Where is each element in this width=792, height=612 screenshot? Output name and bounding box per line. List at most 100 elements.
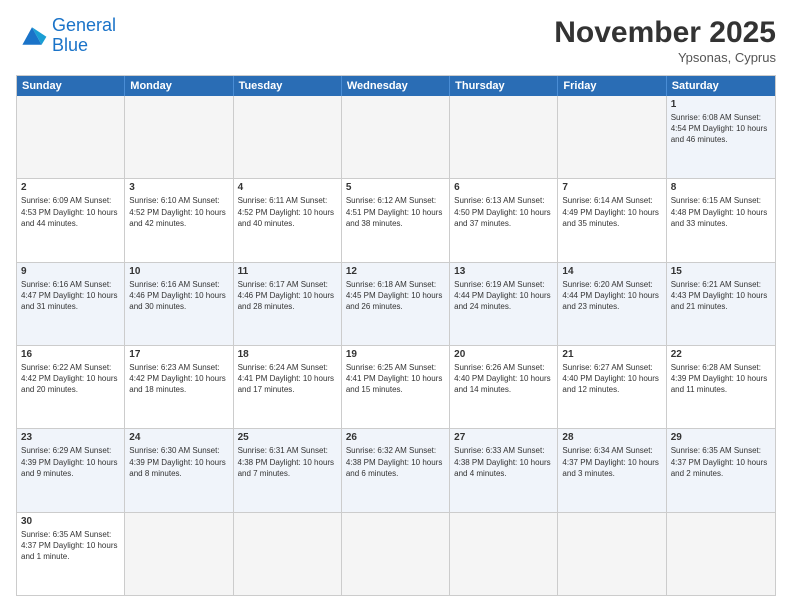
day-cell-29: 29Sunrise: 6:35 AM Sunset: 4:37 PM Dayli…	[667, 429, 775, 511]
empty-cell	[558, 96, 666, 178]
day-info: Sunrise: 6:29 AM Sunset: 4:39 PM Dayligh…	[21, 445, 120, 479]
empty-cell	[125, 96, 233, 178]
day-cell-27: 27 Sunrise: 6:33 AM Sunset: 4:38 PM Dayli…	[450, 429, 558, 511]
empty-cell	[17, 96, 125, 178]
day-info: Sunrise: 6:12 AM Sunset: 4:51 PM Dayligh…	[346, 195, 445, 229]
day-number: 21	[562, 349, 661, 360]
day-number: 2	[21, 182, 120, 193]
empty-cell	[667, 513, 775, 595]
day-info: Sunrise: 6:08 AM Sunset: 4:54 PM Dayligh…	[671, 112, 771, 146]
empty-cell	[342, 513, 450, 595]
empty-cell	[342, 96, 450, 178]
calendar-row-2: 9Sunrise: 6:16 AM Sunset: 4:47 PM Daylig…	[17, 262, 775, 345]
empty-cell	[234, 513, 342, 595]
month-title: November 2025	[554, 16, 776, 50]
day-number: 3	[129, 182, 228, 193]
calendar-row-0: 1 Sunrise: 6:08 AM Sunset: 4:54 PM Daylig…	[17, 96, 775, 178]
calendar: SundayMondayTuesdayWednesdayThursdayFrid…	[16, 75, 776, 596]
location-subtitle: Ypsonas, Cyprus	[554, 50, 776, 65]
logo-text: General Blue	[52, 16, 116, 56]
day-cell-17: 17 Sunrise: 6:23 AM Sunset: 4:42 PM Dayli…	[125, 346, 233, 428]
calendar-row-4: 23 Sunrise: 6:29 AM Sunset: 4:39 PM Dayli…	[17, 428, 775, 511]
day-cell-21: 21Sunrise: 6:27 AM Sunset: 4:40 PM Dayli…	[558, 346, 666, 428]
title-block: November 2025 Ypsonas, Cyprus	[554, 16, 776, 65]
day-number: 15	[671, 266, 771, 277]
header: General Blue November 2025 Ypsonas, Cypr…	[16, 16, 776, 65]
day-cell-16: 16 Sunrise: 6:22 AM Sunset: 4:42 PM Dayli…	[17, 346, 125, 428]
day-cell-3: 3 Sunrise: 6:10 AM Sunset: 4:52 PM Daylig…	[125, 179, 233, 261]
empty-cell	[450, 513, 558, 595]
day-number: 13	[454, 266, 553, 277]
day-number: 30	[21, 516, 120, 527]
empty-cell	[558, 513, 666, 595]
calendar-body: 1 Sunrise: 6:08 AM Sunset: 4:54 PM Daylig…	[17, 96, 775, 595]
day-number: 19	[346, 349, 445, 360]
day-info: Sunrise: 6:13 AM Sunset: 4:50 PM Dayligh…	[454, 195, 553, 229]
day-number: 11	[238, 266, 337, 277]
day-cell-7: 7Sunrise: 6:14 AM Sunset: 4:49 PM Daylig…	[558, 179, 666, 261]
day-info: Sunrise: 6:16 AM Sunset: 4:47 PM Dayligh…	[21, 279, 120, 313]
logo-general: General	[52, 15, 116, 35]
logo-icon	[16, 22, 48, 50]
day-info: Sunrise: 6:18 AM Sunset: 4:45 PM Dayligh…	[346, 279, 445, 313]
weekday-header-monday: Monday	[125, 76, 233, 96]
day-cell-25: 25Sunrise: 6:31 AM Sunset: 4:38 PM Dayli…	[234, 429, 342, 511]
day-info: Sunrise: 6:35 AM Sunset: 4:37 PM Dayligh…	[671, 445, 771, 479]
day-number: 5	[346, 182, 445, 193]
day-number: 4	[238, 182, 337, 193]
day-info: Sunrise: 6:32 AM Sunset: 4:38 PM Dayligh…	[346, 445, 445, 479]
day-cell-11: 11Sunrise: 6:17 AM Sunset: 4:46 PM Dayli…	[234, 263, 342, 345]
calendar-row-1: 2Sunrise: 6:09 AM Sunset: 4:53 PM Daylig…	[17, 178, 775, 261]
day-number: 23	[21, 432, 120, 443]
day-cell-24: 24Sunrise: 6:30 AM Sunset: 4:39 PM Dayli…	[125, 429, 233, 511]
day-cell-5: 5 Sunrise: 6:12 AM Sunset: 4:51 PM Daylig…	[342, 179, 450, 261]
day-info: Sunrise: 6:28 AM Sunset: 4:39 PM Dayligh…	[671, 362, 771, 396]
day-info: Sunrise: 6:11 AM Sunset: 4:52 PM Dayligh…	[238, 195, 337, 229]
logo-blue: Blue	[52, 35, 88, 55]
day-number: 24	[129, 432, 228, 443]
day-cell-2: 2Sunrise: 6:09 AM Sunset: 4:53 PM Daylig…	[17, 179, 125, 261]
day-info: Sunrise: 6:19 AM Sunset: 4:44 PM Dayligh…	[454, 279, 553, 313]
day-number: 10	[129, 266, 228, 277]
page: General Blue November 2025 Ypsonas, Cypr…	[0, 0, 792, 612]
calendar-row-3: 16 Sunrise: 6:22 AM Sunset: 4:42 PM Dayli…	[17, 345, 775, 428]
day-number: 22	[671, 349, 771, 360]
day-info: Sunrise: 6:24 AM Sunset: 4:41 PM Dayligh…	[238, 362, 337, 396]
day-info: Sunrise: 6:21 AM Sunset: 4:43 PM Dayligh…	[671, 279, 771, 313]
day-number: 14	[562, 266, 661, 277]
day-info: Sunrise: 6:14 AM Sunset: 4:49 PM Dayligh…	[562, 195, 661, 229]
day-cell-8: 8 Sunrise: 6:15 AM Sunset: 4:48 PM Daylig…	[667, 179, 775, 261]
weekday-header-friday: Friday	[558, 76, 666, 96]
day-number: 17	[129, 349, 228, 360]
day-cell-12: 12Sunrise: 6:18 AM Sunset: 4:45 PM Dayli…	[342, 263, 450, 345]
weekday-header-wednesday: Wednesday	[342, 76, 450, 96]
day-info: Sunrise: 6:22 AM Sunset: 4:42 PM Dayligh…	[21, 362, 120, 396]
day-info: Sunrise: 6:23 AM Sunset: 4:42 PM Dayligh…	[129, 362, 228, 396]
day-cell-22: 22 Sunrise: 6:28 AM Sunset: 4:39 PM Dayli…	[667, 346, 775, 428]
day-number: 18	[238, 349, 337, 360]
day-info: Sunrise: 6:10 AM Sunset: 4:52 PM Dayligh…	[129, 195, 228, 229]
day-info: Sunrise: 6:35 AM Sunset: 4:37 PM Dayligh…	[21, 529, 120, 563]
logo: General Blue	[16, 16, 116, 56]
day-cell-20: 20Sunrise: 6:26 AM Sunset: 4:40 PM Dayli…	[450, 346, 558, 428]
empty-cell	[450, 96, 558, 178]
empty-cell	[234, 96, 342, 178]
day-cell-18: 18 Sunrise: 6:24 AM Sunset: 4:41 PM Dayli…	[234, 346, 342, 428]
weekday-header-thursday: Thursday	[450, 76, 558, 96]
day-cell-10: 10Sunrise: 6:16 AM Sunset: 4:46 PM Dayli…	[125, 263, 233, 345]
weekday-header-tuesday: Tuesday	[234, 76, 342, 96]
day-number: 28	[562, 432, 661, 443]
weekday-header-saturday: Saturday	[667, 76, 775, 96]
day-info: Sunrise: 6:34 AM Sunset: 4:37 PM Dayligh…	[562, 445, 661, 479]
day-info: Sunrise: 6:15 AM Sunset: 4:48 PM Dayligh…	[671, 195, 771, 229]
weekday-header-sunday: Sunday	[17, 76, 125, 96]
day-cell-19: 19 Sunrise: 6:25 AM Sunset: 4:41 PM Dayli…	[342, 346, 450, 428]
day-cell-23: 23 Sunrise: 6:29 AM Sunset: 4:39 PM Dayli…	[17, 429, 125, 511]
day-number: 16	[21, 349, 120, 360]
day-info: Sunrise: 6:33 AM Sunset: 4:38 PM Dayligh…	[454, 445, 553, 479]
day-number: 1	[671, 99, 771, 110]
day-number: 8	[671, 182, 771, 193]
day-number: 27	[454, 432, 553, 443]
day-info: Sunrise: 6:25 AM Sunset: 4:41 PM Dayligh…	[346, 362, 445, 396]
day-number: 26	[346, 432, 445, 443]
